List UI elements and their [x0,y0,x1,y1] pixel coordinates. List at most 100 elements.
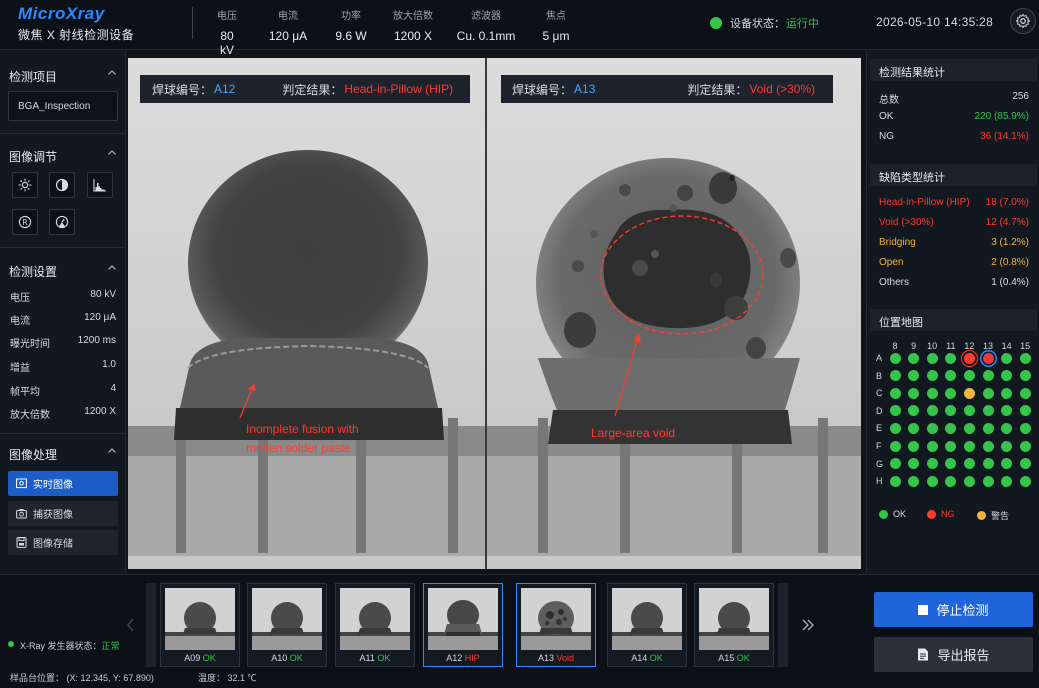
map-cell-F13[interactable] [982,440,994,452]
map-cell-D14[interactable] [1001,405,1013,417]
map-cell-D15[interactable] [1019,405,1031,417]
xray-viewer[interactable]: 焊球编号： A12 判定结果： Head-in-Pillow (HIP) 焊球编… [128,58,861,569]
export-report-button[interactable]: 导出报告 [874,637,1033,672]
map-cell-B9[interactable] [908,370,920,382]
map-cell-F15[interactable] [1019,440,1031,452]
map-cell-F10[interactable] [926,440,938,452]
defect-label: Others [879,277,910,288]
thumbnail-id: A14 [631,653,648,663]
param-value: Cu. 0.1mm [456,29,516,43]
map-cell-B15[interactable] [1019,370,1031,382]
chevron-left-icon[interactable] [126,617,136,633]
map-cell-F8[interactable] [889,440,901,452]
map-cell-H13[interactable] [982,475,994,487]
map-cell-C8[interactable] [889,387,901,399]
map-cell-A10[interactable] [926,352,938,364]
brightness-button[interactable] [12,172,38,198]
capture-image-button[interactable]: 捕获图像 [8,501,118,526]
map-cell-D13[interactable] [982,405,994,417]
map-cell-E11[interactable] [945,422,957,434]
map-cell-G9[interactable] [908,458,920,470]
map-cell-D11[interactable] [945,405,957,417]
chevron-up-icon[interactable] [107,68,117,78]
map-cell-C9[interactable] [908,387,920,399]
live-image-button[interactable]: 实时图像 [8,471,118,496]
map-cell-D12[interactable] [963,405,975,417]
map-cell-B10[interactable] [926,370,938,382]
thumbnail-result: OK [289,653,303,663]
settings-button[interactable] [1010,8,1036,34]
map-cell-B11[interactable] [945,370,957,382]
chevron-up-icon[interactable] [107,148,117,158]
map-cell-A13[interactable] [982,352,994,364]
map-cell-E13[interactable] [982,422,994,434]
thumbnail[interactable]: A13 Void [516,583,596,667]
histogram-button[interactable] [87,172,113,198]
map-cell-E14[interactable] [1001,422,1013,434]
map-cell-A12[interactable] [963,352,975,364]
thumbnail[interactable]: A11 OK [335,583,415,667]
map-cell-H9[interactable] [908,475,920,487]
map-cell-A8[interactable] [889,352,901,364]
map-cell-E15[interactable] [1019,422,1031,434]
map-cell-C12[interactable] [963,387,975,399]
settings-title: 检测设置 [9,265,58,279]
scroll-right-handle[interactable] [778,583,788,667]
param-current: 电流 120 μA [266,7,310,43]
map-cell-B8[interactable] [889,370,901,382]
inspection-select[interactable]: BGA_Inspection [8,91,118,121]
map-cell-C14[interactable] [1001,387,1013,399]
map-cell-F11[interactable] [945,440,957,452]
map-cell-H11[interactable] [945,475,957,487]
scroll-left-handle[interactable] [146,583,156,667]
map-cell-B13[interactable] [982,370,994,382]
map-cell-F9[interactable] [908,440,920,452]
map-cell-D8[interactable] [889,405,901,417]
defect-row: Bridging 3 (1.2%) [879,237,1029,248]
chevron-up-icon[interactable] [107,446,117,456]
map-cell-G8[interactable] [889,458,901,470]
map-cell-C11[interactable] [945,387,957,399]
stop-inspection-button[interactable]: 停止检测 [874,592,1033,627]
map-cell-H10[interactable] [926,475,938,487]
map-cell-G14[interactable] [1001,458,1013,470]
map-cell-A15[interactable] [1019,352,1031,364]
gamma-button[interactable] [49,209,75,235]
map-cell-H12[interactable] [963,475,975,487]
chevron-up-icon[interactable] [107,263,117,273]
legend-dot-icon [927,509,936,519]
map-cell-E12[interactable] [963,422,975,434]
thumbnail[interactable]: A09 OK [160,583,240,667]
map-cell-A11[interactable] [945,352,957,364]
map-cell-G11[interactable] [945,458,957,470]
map-cell-E9[interactable] [908,422,920,434]
thumbnail[interactable]: A15 OK [694,583,774,667]
map-cell-H8[interactable] [889,475,901,487]
save-image-button[interactable]: 图像存储 [8,530,118,555]
map-cell-A14[interactable] [1001,352,1013,364]
contrast-button[interactable] [49,172,75,198]
map-cell-D10[interactable] [926,405,938,417]
map-cell-F12[interactable] [963,440,975,452]
reset-button[interactable]: R [12,209,38,235]
thumbnail[interactable]: A10 OK [247,583,327,667]
map-cell-D9[interactable] [908,405,920,417]
map-cell-H14[interactable] [1001,475,1013,487]
map-cell-G12[interactable] [963,458,975,470]
thumbnail[interactable]: A14 OK [607,583,687,667]
map-cell-G10[interactable] [926,458,938,470]
map-cell-B14[interactable] [1001,370,1013,382]
map-cell-C10[interactable] [926,387,938,399]
map-cell-F14[interactable] [1001,440,1013,452]
map-cell-E10[interactable] [926,422,938,434]
map-cell-B12[interactable] [963,370,975,382]
map-cell-C15[interactable] [1019,387,1031,399]
map-cell-E8[interactable] [889,422,901,434]
map-cell-G13[interactable] [982,458,994,470]
thumbnail[interactable]: A12 HIP [423,583,503,667]
map-cell-H15[interactable] [1019,475,1031,487]
map-cell-A9[interactable] [908,352,920,364]
map-cell-C13[interactable] [982,387,994,399]
double-chevron-right-icon[interactable] [800,617,816,633]
map-cell-G15[interactable] [1019,458,1031,470]
